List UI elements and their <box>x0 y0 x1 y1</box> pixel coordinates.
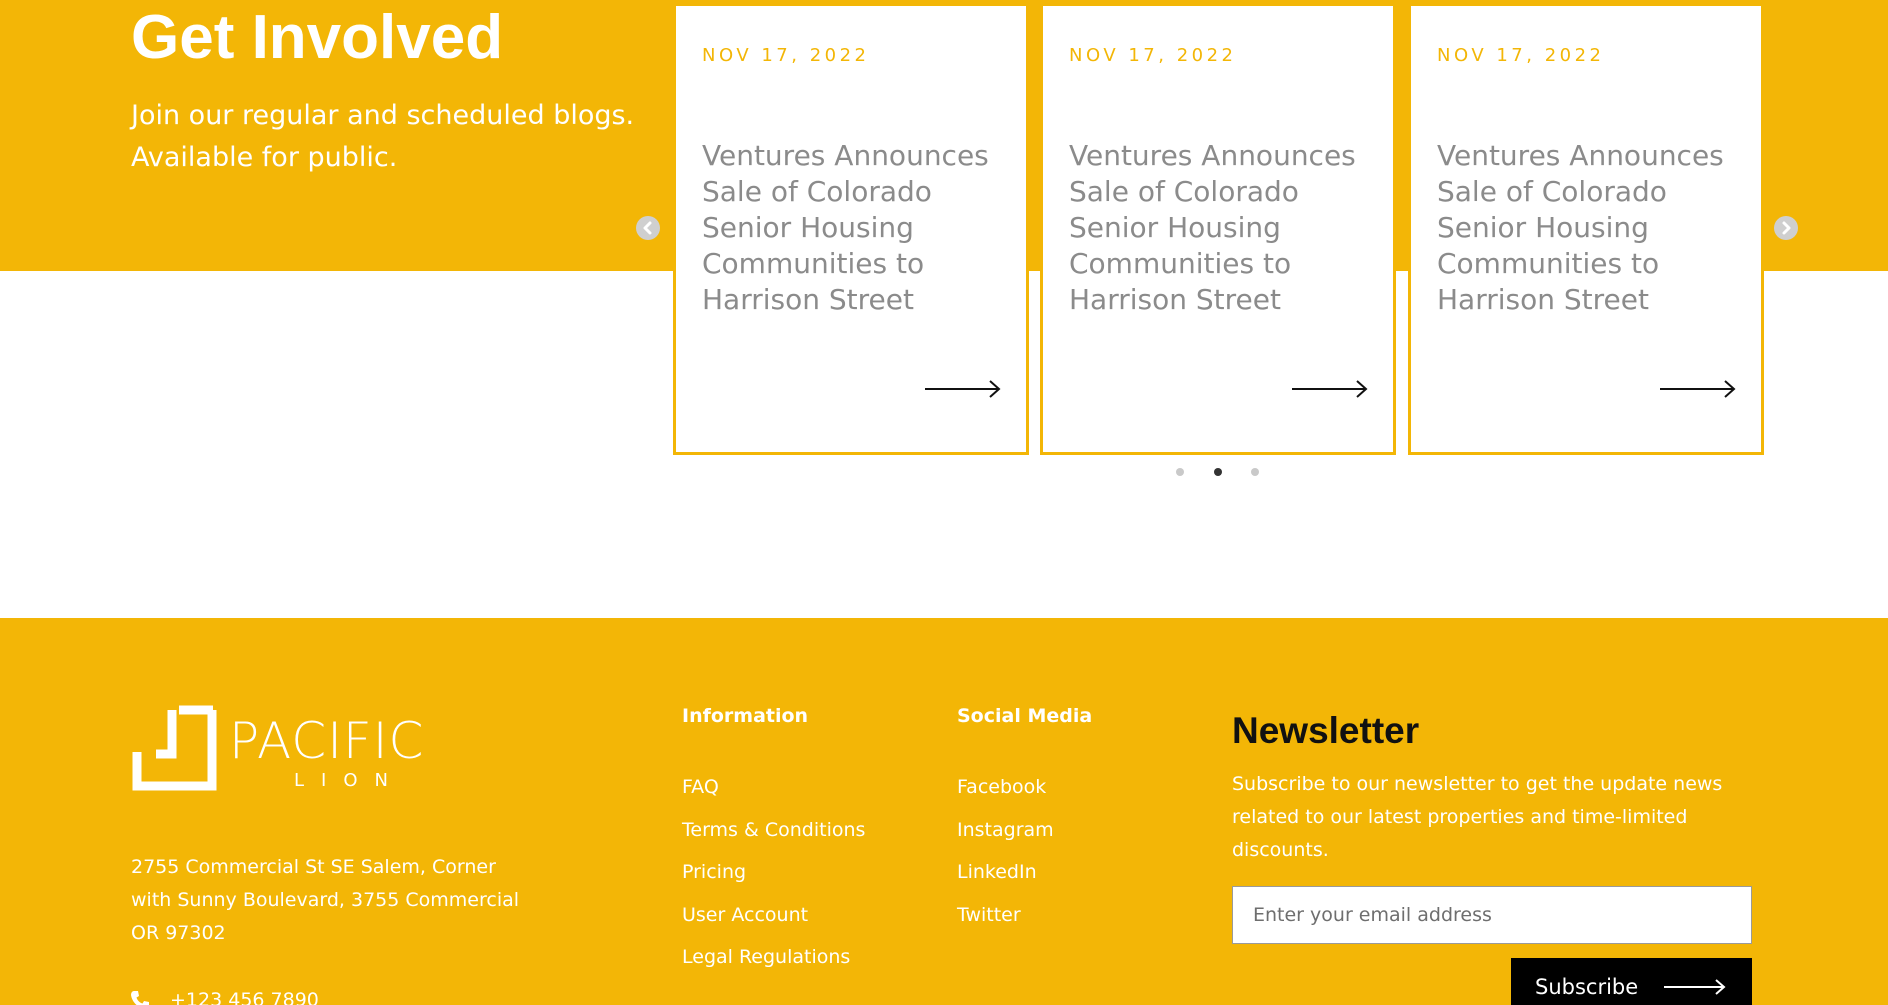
card-date: NOV 17, 2022 <box>702 45 870 66</box>
pacific-lion-logo[interactable]: PACIFIC LION <box>131 704 451 796</box>
phone-number[interactable]: +123 456 7890 <box>170 986 319 1005</box>
footer-link-faq[interactable]: FAQ <box>682 774 865 800</box>
newsletter-heading: Newsletter <box>1232 710 1420 751</box>
company-address: 2755 Commercial St SE Salem, Corner with… <box>131 856 520 944</box>
blog-card[interactable]: NOV 17, 2022 Ventures Announces Sale of … <box>1040 3 1396 455</box>
social-media-heading: Social Media <box>957 705 1093 727</box>
card-title[interactable]: Ventures Announces Sale of Colorado Seni… <box>1069 138 1359 318</box>
carousel-dot[interactable] <box>1251 468 1259 476</box>
information-links: FAQ Terms & Conditions Pricing User Acco… <box>682 774 865 987</box>
logo-wordmark: PACIFIC <box>229 712 424 770</box>
footer: PACIFIC LION 2755 Commercial St SE Salem… <box>0 618 1888 1005</box>
chevron-right-icon <box>1782 221 1791 235</box>
footer-link-pricing[interactable]: Pricing <box>682 859 865 885</box>
arrow-right-icon[interactable] <box>1291 378 1369 400</box>
subscribe-button[interactable]: Subscribe <box>1511 958 1752 1005</box>
information-heading: Information <box>682 705 809 727</box>
subscribe-label: Subscribe <box>1535 975 1639 999</box>
footer-link-terms[interactable]: Terms & Conditions <box>682 817 865 843</box>
section-subtitle: Join our regular and scheduled blogs. Av… <box>131 100 635 173</box>
arrow-right-icon[interactable] <box>924 378 1002 400</box>
footer-link-instagram[interactable]: Instagram <box>957 817 1054 843</box>
footer-link-twitter[interactable]: Twitter <box>957 902 1054 928</box>
footer-link-facebook[interactable]: Facebook <box>957 774 1054 800</box>
carousel-next-button[interactable] <box>1774 216 1798 240</box>
blog-card[interactable]: NOV 17, 2022 Ventures Announces Sale of … <box>673 3 1029 455</box>
arrow-right-icon[interactable] <box>1659 378 1737 400</box>
page: Get Involved Join our regular and schedu… <box>0 0 1888 1005</box>
section-title: Get Involved <box>131 3 504 72</box>
chevron-left-icon <box>643 221 652 235</box>
blog-card[interactable]: NOV 17, 2022 Ventures Announces Sale of … <box>1408 3 1764 455</box>
logo-subtext: LION <box>294 770 405 791</box>
footer-link-user-account[interactable]: User Account <box>682 902 865 928</box>
card-date: NOV 17, 2022 <box>1069 45 1237 66</box>
footer-link-legal[interactable]: Legal Regulations <box>682 944 865 970</box>
carousel-dot[interactable] <box>1176 468 1184 476</box>
card-date: NOV 17, 2022 <box>1437 45 1605 66</box>
card-title[interactable]: Ventures Announces Sale of Colorado Seni… <box>1437 138 1727 318</box>
carousel-prev-button[interactable] <box>636 216 660 240</box>
carousel-dot-active[interactable] <box>1214 468 1222 476</box>
newsletter-email-input[interactable] <box>1232 886 1752 944</box>
social-links: Facebook Instagram LinkedIn Twitter <box>957 774 1054 944</box>
phone-icon <box>131 991 149 1005</box>
arrow-right-icon <box>1664 979 1726 995</box>
newsletter-description: Subscribe to our newsletter to get the u… <box>1232 773 1723 861</box>
card-title[interactable]: Ventures Announces Sale of Colorado Seni… <box>702 138 992 318</box>
footer-link-linkedin[interactable]: LinkedIn <box>957 859 1054 885</box>
